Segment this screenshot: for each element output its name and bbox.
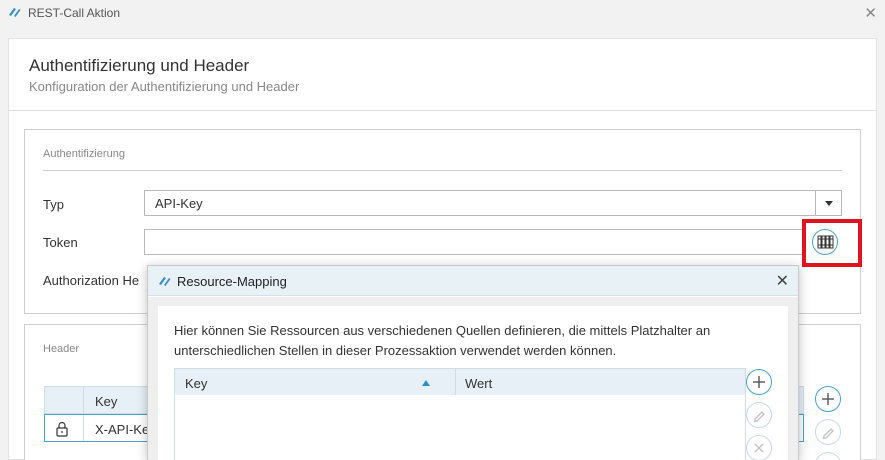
plus-icon <box>753 376 765 388</box>
dialog-content: Hier können Sie Ressourcen aus verschied… <box>158 306 788 460</box>
edit-header-button[interactable] <box>815 419 841 445</box>
mapping-column-value[interactable]: Wert <box>465 376 492 391</box>
highlight-frame <box>802 219 862 267</box>
type-select[interactable]: API-Key <box>144 190 842 216</box>
token-input[interactable] <box>144 229 804 255</box>
add-resource-button[interactable] <box>746 369 772 395</box>
page-subtitle: Konfiguration der Authentifizierung und … <box>29 79 300 94</box>
pencil-icon <box>822 428 834 440</box>
dialog-close-icon[interactable]: ✕ <box>776 271 789 291</box>
plus-icon <box>822 393 834 405</box>
page-title: Authentifizierung und Header <box>29 56 250 75</box>
column-divider <box>455 369 456 395</box>
app-logo-icon <box>9 8 21 17</box>
type-select-value: API-Key <box>155 196 203 211</box>
pencil-icon <box>753 411 765 423</box>
chevron-down-icon[interactable] <box>815 191 841 215</box>
header-group-title: Header <box>43 343 80 355</box>
lock-icon <box>56 421 68 437</box>
window-titlebar: REST-Call Aktion ✕ <box>0 0 885 26</box>
auth-group-title: Authentifizierung <box>43 148 125 160</box>
app-logo-icon <box>159 277 171 286</box>
dialog-description: Hier können Sie Ressourcen aus verschied… <box>174 323 711 358</box>
mapping-table-header: Key Wert <box>174 368 746 396</box>
dialog-title: Resource-Mapping <box>177 274 287 289</box>
window-title: REST-Call Aktion <box>28 6 121 20</box>
divider <box>43 170 842 171</box>
authorization-header-label: Authorization He <box>43 273 140 288</box>
edit-resource-button[interactable] <box>746 402 772 428</box>
delete-resource-button[interactable] <box>746 435 772 460</box>
add-header-button[interactable] <box>815 386 841 412</box>
mapping-column-key[interactable]: Key <box>185 376 207 391</box>
column-divider <box>83 415 84 441</box>
resource-mapping-dialog: Resource-Mapping ✕ Hier können Sie Resso… <box>147 265 799 460</box>
delete-icon <box>754 443 764 453</box>
token-label: Token <box>43 235 78 250</box>
type-label: Typ <box>43 197 64 212</box>
column-divider <box>83 387 84 413</box>
sort-ascending-icon <box>422 380 430 386</box>
mapping-table-body <box>174 395 746 460</box>
header-column-key[interactable]: Key <box>95 394 117 409</box>
dialog-titlebar: Resource-Mapping ✕ <box>148 266 798 296</box>
page-header: Authentifizierung und Header Konfigurati… <box>9 39 876 111</box>
window-close-icon[interactable]: ✕ <box>864 4 877 22</box>
